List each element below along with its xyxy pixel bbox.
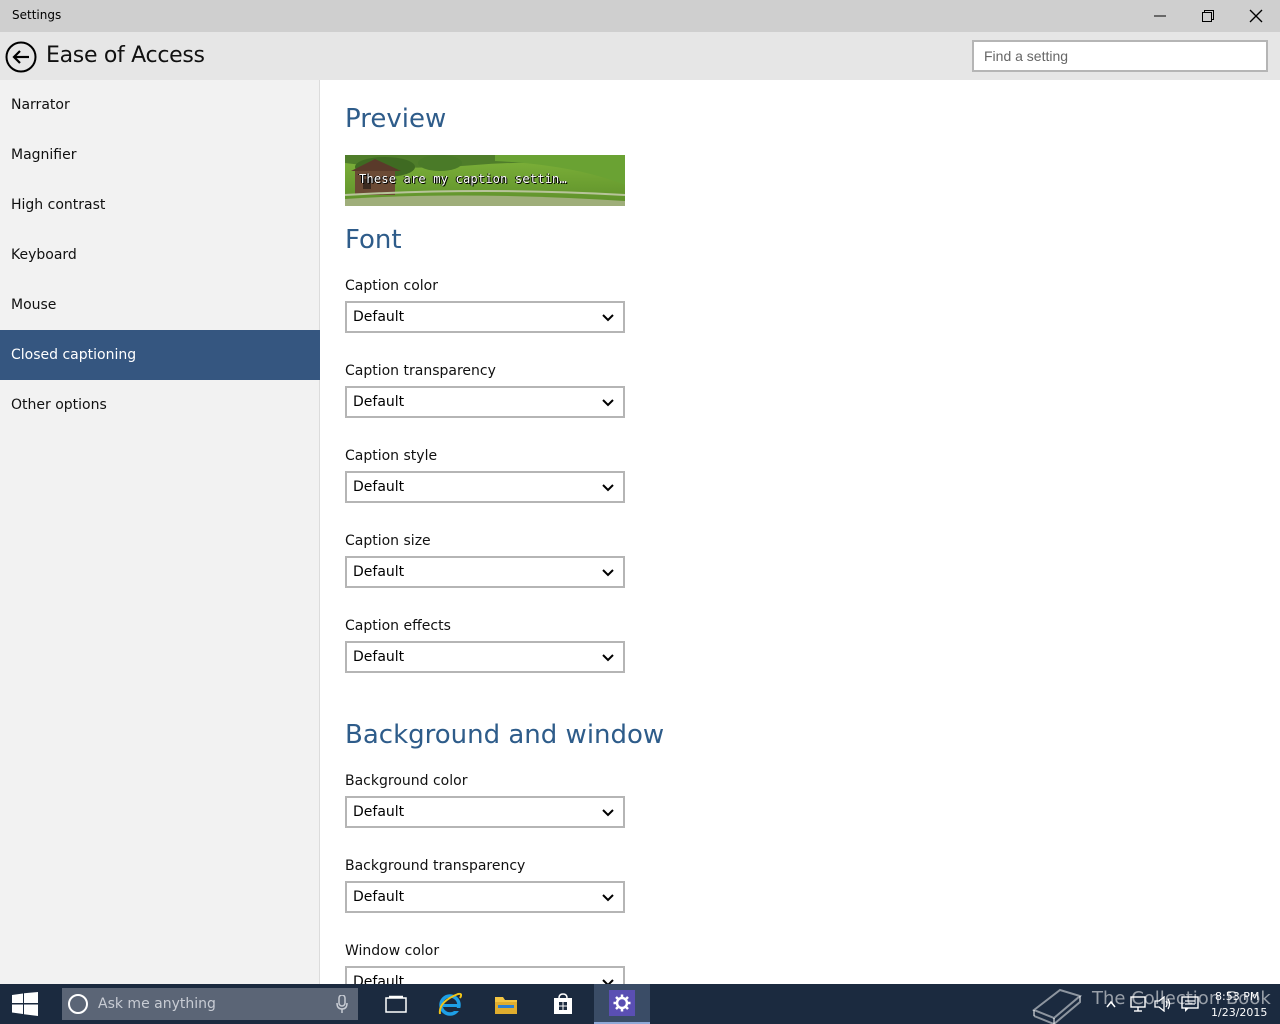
sidebar-item-closed-captioning[interactable]: Closed captioning xyxy=(0,330,320,380)
chevron-down-icon xyxy=(602,809,614,817)
cortana-icon xyxy=(68,994,88,1014)
show-hidden-icons-icon[interactable] xyxy=(1106,1000,1116,1008)
caption-size-dropdown[interactable]: Default xyxy=(345,556,625,588)
caption-color-label: Caption color xyxy=(345,278,438,294)
app-header: Ease of Access xyxy=(0,32,1280,80)
start-button[interactable] xyxy=(0,984,50,1024)
settings-icon xyxy=(613,994,631,1012)
task-view-button[interactable] xyxy=(368,984,424,1024)
settings-tile xyxy=(609,990,635,1016)
windows-logo-icon xyxy=(12,992,38,1016)
caption-effects-value: Default xyxy=(353,649,405,665)
chevron-down-icon xyxy=(602,484,614,492)
chevron-down-icon xyxy=(602,654,614,662)
background-transparency-dropdown[interactable]: Default xyxy=(345,881,625,913)
minimize-button[interactable] xyxy=(1136,0,1184,32)
cortana-search-text: Ask me anything xyxy=(98,996,216,1012)
caption-effects-label: Caption effects xyxy=(345,618,451,634)
microphone-icon[interactable] xyxy=(336,995,348,1013)
sidebar-item-high-contrast[interactable]: High contrast xyxy=(0,180,320,230)
background-transparency-value: Default xyxy=(353,889,405,905)
caption-effects-dropdown[interactable]: Default xyxy=(345,641,625,673)
close-icon xyxy=(1249,9,1263,23)
preview-heading: Preview xyxy=(345,104,447,134)
window-color-dropdown[interactable]: Default xyxy=(345,966,625,984)
caption-preview: These are my caption settin… xyxy=(345,155,625,206)
window-color-label: Window color xyxy=(345,943,440,959)
caption-transparency-dropdown[interactable]: Default xyxy=(345,386,625,418)
sidebar-item-other-options[interactable]: Other options xyxy=(0,380,320,430)
caption-style-label: Caption style xyxy=(345,448,438,464)
font-heading: Font xyxy=(345,225,402,255)
sidebar: Narrator Magnifier High contrast Keyboar… xyxy=(0,80,320,984)
task-view-icon xyxy=(385,995,407,1013)
clock-time[interactable]: 8:53 PM xyxy=(1215,990,1259,1003)
minimize-icon xyxy=(1154,15,1166,17)
caption-size-value: Default xyxy=(353,564,405,580)
taskbar: Ask me anything The Collection Book 8:53… xyxy=(0,984,1280,1024)
background-color-dropdown[interactable]: Default xyxy=(345,796,625,828)
window-color-value: Default xyxy=(353,974,405,984)
back-button[interactable] xyxy=(5,41,37,73)
sidebar-item-magnifier[interactable]: Magnifier xyxy=(0,130,320,180)
chevron-down-icon xyxy=(602,894,614,902)
file-explorer-button[interactable] xyxy=(478,984,534,1024)
background-color-value: Default xyxy=(353,804,405,820)
action-center-icon[interactable] xyxy=(1181,996,1199,1012)
chevron-down-icon xyxy=(602,399,614,407)
volume-icon[interactable] xyxy=(1154,996,1172,1012)
page-title: Ease of Access xyxy=(46,43,205,68)
sidebar-item-keyboard[interactable]: Keyboard xyxy=(0,230,320,280)
cortana-search-box[interactable]: Ask me anything xyxy=(62,988,358,1020)
caption-size-label: Caption size xyxy=(345,533,431,549)
sidebar-item-mouse[interactable]: Mouse xyxy=(0,280,320,330)
title-bar: Settings xyxy=(0,0,1280,32)
caption-style-dropdown[interactable]: Default xyxy=(345,471,625,503)
caption-style-value: Default xyxy=(353,479,405,495)
caption-transparency-value: Default xyxy=(353,394,405,410)
book-watermark-icon xyxy=(1031,988,1083,1024)
close-button[interactable] xyxy=(1232,0,1280,32)
back-arrow-icon xyxy=(5,41,37,73)
network-icon[interactable] xyxy=(1130,996,1148,1012)
store-button[interactable] xyxy=(535,984,591,1024)
caption-color-value: Default xyxy=(353,309,405,325)
internet-explorer-button[interactable] xyxy=(422,984,478,1024)
chevron-down-icon xyxy=(602,569,614,577)
preview-caption-text: These are my caption settin… xyxy=(359,172,567,186)
chevron-down-icon xyxy=(602,314,614,322)
main-content: Preview These are my caption settin… Fon… xyxy=(321,80,1280,984)
caption-transparency-label: Caption transparency xyxy=(345,363,496,379)
clock-date[interactable]: 1/23/2015 xyxy=(1211,1006,1267,1019)
store-icon xyxy=(554,993,572,1014)
sidebar-item-narrator[interactable]: Narrator xyxy=(0,80,320,130)
caption-color-dropdown[interactable]: Default xyxy=(345,301,625,333)
background-color-label: Background color xyxy=(345,773,468,789)
restore-icon xyxy=(1202,10,1214,22)
search-input[interactable] xyxy=(972,40,1268,72)
chevron-down-icon xyxy=(602,979,614,984)
window-title: Settings xyxy=(12,8,62,22)
file-explorer-icon xyxy=(495,997,517,1014)
restore-button[interactable] xyxy=(1184,0,1232,32)
background-window-heading: Background and window xyxy=(345,720,665,750)
internet-explorer-icon xyxy=(438,992,462,1016)
background-transparency-label: Background transparency xyxy=(345,858,526,874)
settings-taskbar-button[interactable] xyxy=(594,984,650,1024)
